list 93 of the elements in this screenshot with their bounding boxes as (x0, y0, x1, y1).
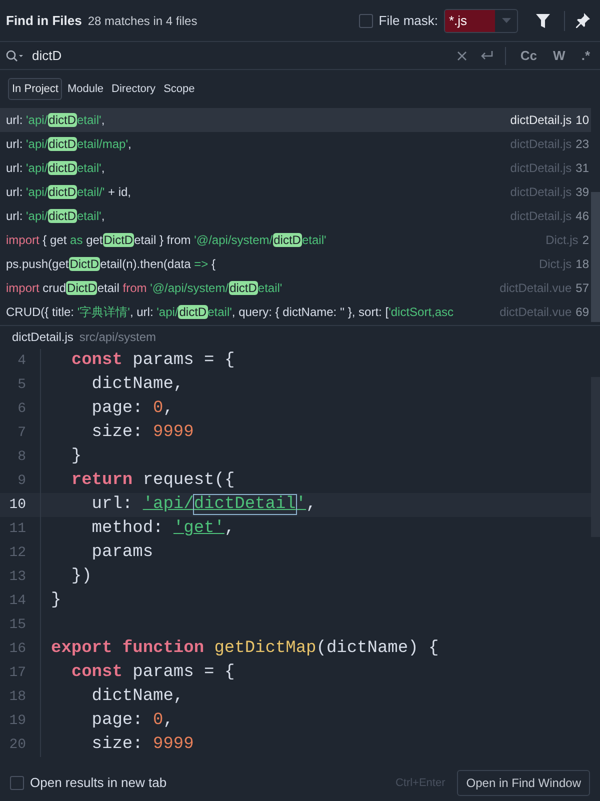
result-row[interactable]: url: 'api/dictDetail/map', dictDetail.js 23 (0, 132, 591, 156)
line-number: 16 (8, 640, 26, 658)
code-line: const params = { (70, 662, 235, 684)
line-number: 4 (16, 352, 26, 370)
code-line: const params = { (70, 350, 235, 372)
result-row[interactable]: url: 'api/dictDetail/' + id, dictDetail.js 39 (0, 180, 591, 204)
result-code: url: 'api/dictDetail/map', (6, 136, 132, 153)
code-line: url: 'api/dictDetail', (90, 494, 316, 516)
result-file: dictDetail.js (510, 208, 572, 225)
code-line: page: 0, (90, 710, 174, 732)
line-number: 20 (8, 736, 26, 754)
new-tab-checkbox[interactable] (10, 776, 24, 790)
pin-icon[interactable] (575, 13, 590, 28)
code-line: method: 'get', (90, 518, 235, 540)
preview-file-name: dictDetail.js (12, 328, 74, 346)
result-file: dictDetail.js (510, 112, 572, 129)
code-line: }) (70, 566, 92, 588)
newline-icon[interactable] (479, 50, 494, 62)
scope-tab[interactable]: Scope (160, 78, 198, 100)
result-code: import crud DictDetail from '@/api/system/dictDetail' (6, 280, 284, 297)
search-icon[interactable] (6, 50, 24, 62)
result-line: 46 (576, 208, 589, 225)
line-number: 6 (16, 400, 26, 418)
code-line: export function getDictMap(dictName) { (51, 638, 439, 660)
result-line: 69 (576, 304, 589, 321)
code-line: dictName, (90, 374, 184, 396)
line-number: 14 (8, 592, 26, 610)
result-line: 10 (576, 112, 589, 129)
result-line: 39 (576, 184, 589, 201)
line-number: 18 (8, 688, 26, 706)
scrollbar-thumb[interactable] (591, 192, 600, 322)
code-line: return request({ (70, 470, 235, 492)
line-number: 5 (16, 376, 26, 394)
scope-tab[interactable]: Directory (108, 78, 159, 100)
preview-file-path: src/api/system (79, 328, 156, 346)
result-file: Dict.js (546, 232, 578, 249)
new-tab-label: Open results in new tab (30, 774, 167, 792)
result-row[interactable]: ps.push(getDictDetail(n).then(data => { Dict.js 18 (0, 252, 591, 276)
result-code: url: 'api/dictDetail', (6, 112, 106, 129)
line-number: 10 (8, 496, 26, 514)
result-file: dictDetail.js (510, 184, 572, 201)
line-number: 19 (8, 712, 26, 730)
result-line: 2 (582, 232, 589, 249)
code-line: page: 0, (90, 398, 174, 420)
result-line: 23 (576, 136, 589, 153)
result-row[interactable]: url: 'api/dictDetail', dictDetail.js 31 (0, 156, 591, 180)
result-row[interactable]: url: 'api/dictDetail', dictDetail.js 46 (0, 204, 591, 228)
panel-title: Find in Files (6, 12, 82, 30)
search-option-toggle[interactable]: .* (577, 46, 594, 66)
line-number: 13 (8, 568, 26, 586)
result-file: dictDetail.js (510, 160, 572, 177)
result-row[interactable]: import { get as getDictDetail } from '@/api/system/dictDetail' Dict.js 2 (0, 228, 591, 252)
line-number: 11 (8, 520, 26, 538)
file-mask-checkbox[interactable] (358, 14, 373, 28)
line-number: 9 (16, 472, 26, 490)
result-file: dictDetail.js (510, 136, 572, 153)
file-mask-dropdown[interactable]: *.js (444, 8, 518, 32)
code-line: size: 9999 (90, 422, 194, 444)
search-option-toggle[interactable]: W (549, 46, 570, 66)
line-number: 8 (16, 448, 26, 466)
code-line: } (70, 446, 82, 468)
file-mask-label: File mask: (378, 12, 438, 30)
line-number: 7 (16, 424, 26, 442)
filter-icon[interactable] (536, 14, 550, 28)
result-code: url: 'api/dictDetail', (6, 208, 106, 225)
search-field[interactable]: dictD (32, 46, 458, 66)
result-file: Dict.js (538, 256, 572, 273)
code-line: dictName, (90, 686, 184, 708)
result-code: ps.push(getDictDetail(n).then(data => { (6, 256, 216, 273)
result-code: url: 'api/dictDetail/' + id, (6, 184, 132, 201)
result-line: 31 (576, 160, 589, 177)
code-line: size: 9999 (90, 734, 194, 756)
result-row[interactable]: url: 'api/dictDetail', dictDetail.js 10 (0, 108, 591, 132)
caret-icon (502, 18, 510, 23)
search-option-toggle[interactable]: Cc (516, 46, 542, 66)
clear-icon[interactable] (457, 50, 468, 60)
line-number: 17 (8, 664, 26, 682)
result-code: import { get as getDictDetail } from '@/api/system/dictDetail' (6, 232, 328, 249)
open-in-find-window-button[interactable]: Open in Find Window (457, 770, 590, 796)
code-line: params (90, 542, 154, 564)
code-line: } (51, 590, 62, 612)
result-file: dictDetail.vue (500, 304, 572, 321)
file-mask-value: *.js (445, 10, 495, 32)
result-code: url: 'api/dictDetail', (6, 160, 106, 177)
result-line: 18 (576, 256, 589, 273)
line-number: 12 (8, 544, 26, 562)
result-line: 57 (576, 280, 589, 297)
line-number: 15 (8, 616, 26, 634)
result-row[interactable]: import crud DictDetail from '@/api/system/dictDetail' dictDetail.vue 57 (0, 276, 591, 300)
result-file: dictDetail.vue (500, 280, 572, 297)
scope-tab[interactable]: Module (64, 78, 107, 100)
match-count: 28 matches in 4 files (88, 12, 198, 30)
scope-tab[interactable]: In Project (8, 78, 62, 100)
